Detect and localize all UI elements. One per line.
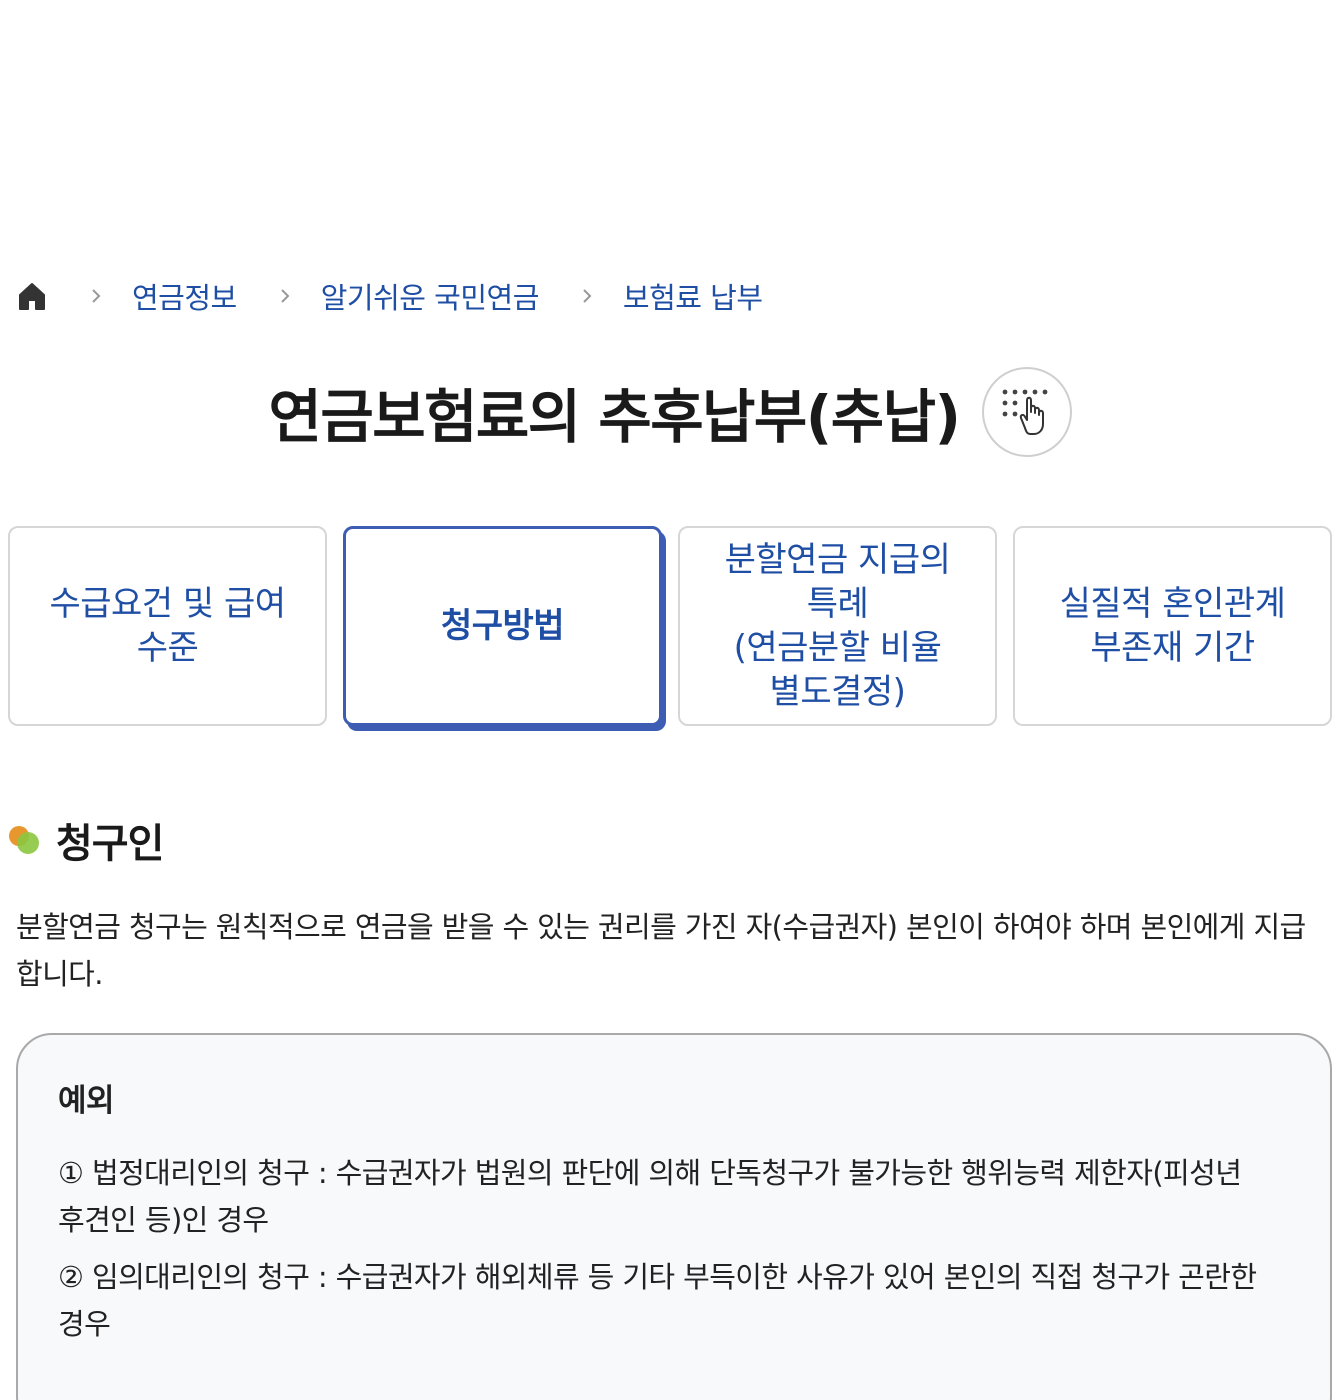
section-title: 청구인 xyxy=(56,821,164,867)
breadcrumb-item-pension-info[interactable]: 연금정보 xyxy=(132,275,237,317)
tab-label: 분할연금 지급의 특례 (연금분할 비율 별도결정) xyxy=(724,540,951,712)
tab-label: 실질적 혼인관계 부존재 기간 xyxy=(1059,584,1286,668)
breadcrumb: 연금정보 알기쉬운 국민연금 보험료 납부 xyxy=(16,272,763,320)
tab-eligibility[interactable]: 수급요건 및 급여 수준 xyxy=(8,526,327,726)
section-header: 청구인 xyxy=(6,810,164,870)
breadcrumb-item-premium-payment[interactable]: 보험료 납부 xyxy=(623,275,763,317)
exception-title: 예외 xyxy=(58,1083,115,1119)
exception-item: ① 법정대리인의 청구 : 수급권자가 법원의 판단에 의해 단독청구가 불가능… xyxy=(58,1156,1242,1237)
tab-label: 청구방법 xyxy=(440,606,565,646)
tab-split-pension-special[interactable]: 분할연금 지급의 특례 (연금분할 비율 별도결정) xyxy=(678,526,997,726)
tab-label: 수급요건 및 급여 수준 xyxy=(49,584,286,668)
home-icon[interactable] xyxy=(16,280,48,312)
tab-claim-method[interactable]: 청구방법 xyxy=(343,526,662,726)
title-row: 연금보험료의 추후납부(추납) xyxy=(0,364,1340,460)
chevron-right-icon xyxy=(86,286,106,306)
exception-box: 예외 ① 법정대리인의 청구 : 수급권자가 법원의 판단에 의해 단독청구가 … xyxy=(16,1033,1332,1400)
breadcrumb-item-easy-pension[interactable]: 알기쉬운 국민연금 xyxy=(321,275,540,317)
section-body-text: 분할연금 청구는 원칙적으로 연금을 받을 수 있는 권리를 가진 자(수급권자… xyxy=(16,910,1306,991)
tab-marriage-absence[interactable]: 실질적 혼인관계 부존재 기간 xyxy=(1013,526,1332,726)
section-bullet-icon xyxy=(9,826,39,854)
touch-hand-icon xyxy=(1002,389,1047,435)
exception-item: ② 임의대리인의 청구 : 수급권자가 해외체류 등 기타 부득이한 사유가 있… xyxy=(58,1260,1257,1341)
chevron-right-icon xyxy=(577,286,597,306)
touch-guide-button[interactable] xyxy=(981,367,1072,457)
chevron-right-icon xyxy=(275,286,295,306)
tab-list: 수급요건 및 급여 수준 청구방법 분할연금 지급의 특례 (연금분할 비율 별… xyxy=(8,526,1332,726)
page-title: 연금보험료의 추후납부(추납) xyxy=(268,383,961,451)
